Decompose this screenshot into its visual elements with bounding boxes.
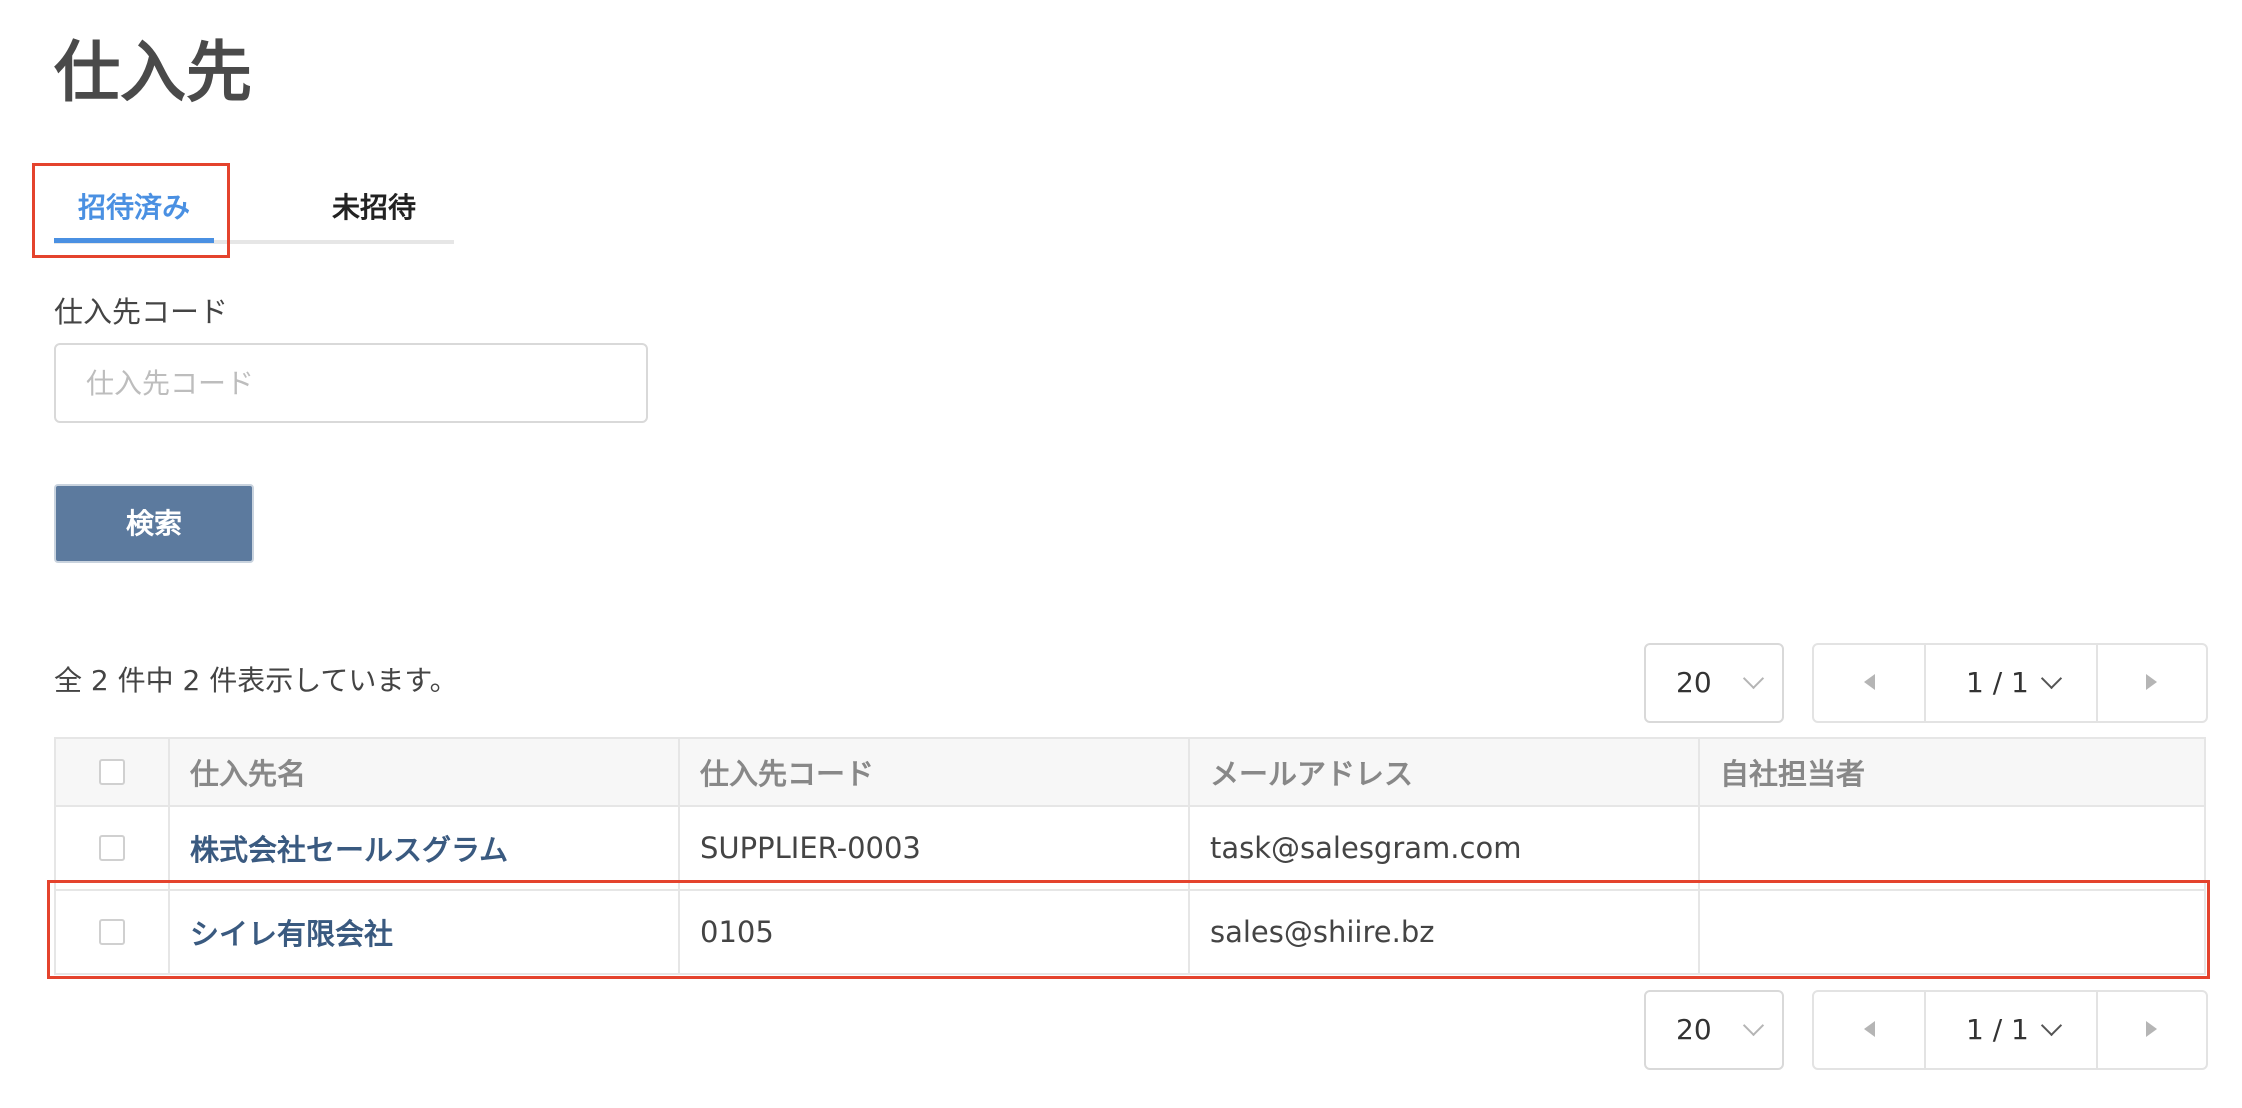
chevron-down-icon <box>2040 1014 2063 1037</box>
supplier-name-link[interactable]: 株式会社セールスグラム <box>190 827 508 869</box>
page-title: 仕入先 <box>54 34 252 111</box>
caret-right-icon <box>2146 1021 2157 1037</box>
select-all-checkbox[interactable] <box>99 759 125 785</box>
next-page-button[interactable] <box>2096 645 2206 721</box>
pager-bottom: 1 / 1 <box>1812 990 2208 1070</box>
row-highlight-box <box>47 880 2210 979</box>
supplier-code-label: 仕入先コード <box>54 295 229 329</box>
result-summary: 全 2 件中 2 件表示しています。 <box>54 664 458 697</box>
supplier-code-cell: SUPPLIER-0003 <box>678 807 1188 889</box>
column-header-supplier-code[interactable]: 仕入先コード <box>678 739 1188 805</box>
table-row: 株式会社セールスグラム SUPPLIER-0003 task@salesgram… <box>56 805 2204 889</box>
row-checkbox[interactable] <box>99 835 125 861</box>
select-all-cell <box>56 739 168 805</box>
next-page-button[interactable] <box>2096 992 2206 1068</box>
pager-top: 1 / 1 <box>1812 643 2208 723</box>
column-header-staff[interactable]: 自社担当者 <box>1698 739 2204 805</box>
row-select-cell <box>56 807 168 889</box>
prev-page-button[interactable] <box>1814 645 1924 721</box>
caret-left-icon <box>1864 674 1875 690</box>
page-indicator: 1 / 1 <box>1966 666 2029 699</box>
per-page-value: 20 <box>1676 666 1712 699</box>
page-select[interactable]: 1 / 1 <box>1924 643 2098 723</box>
chevron-down-icon <box>2040 667 2063 690</box>
tab-uninvited[interactable]: 未招待 <box>300 178 448 238</box>
column-header-email[interactable]: メールアドレス <box>1188 739 1698 805</box>
staff-cell <box>1698 807 2204 889</box>
supplier-name-cell: 株式会社セールスグラム <box>168 807 678 889</box>
table-header-row: 仕入先名 仕入先コード メールアドレス 自社担当者 <box>56 739 2204 805</box>
chevron-down-icon <box>1742 1014 1765 1037</box>
prev-page-button[interactable] <box>1814 992 1924 1068</box>
tab-highlight-box <box>32 163 230 258</box>
chevron-down-icon <box>1742 667 1765 690</box>
per-page-value: 20 <box>1676 1013 1712 1046</box>
page-select[interactable]: 1 / 1 <box>1924 990 2098 1070</box>
column-header-supplier-name[interactable]: 仕入先名 <box>168 739 678 805</box>
caret-left-icon <box>1864 1021 1875 1037</box>
caret-right-icon <box>2146 674 2157 690</box>
per-page-select-top[interactable]: 20 <box>1644 643 1784 723</box>
email-cell: task@salesgram.com <box>1188 807 1698 889</box>
per-page-select-bottom[interactable]: 20 <box>1644 990 1784 1070</box>
page-indicator: 1 / 1 <box>1966 1013 2029 1046</box>
search-button[interactable]: 検索 <box>54 484 254 563</box>
supplier-code-input[interactable] <box>54 343 648 423</box>
